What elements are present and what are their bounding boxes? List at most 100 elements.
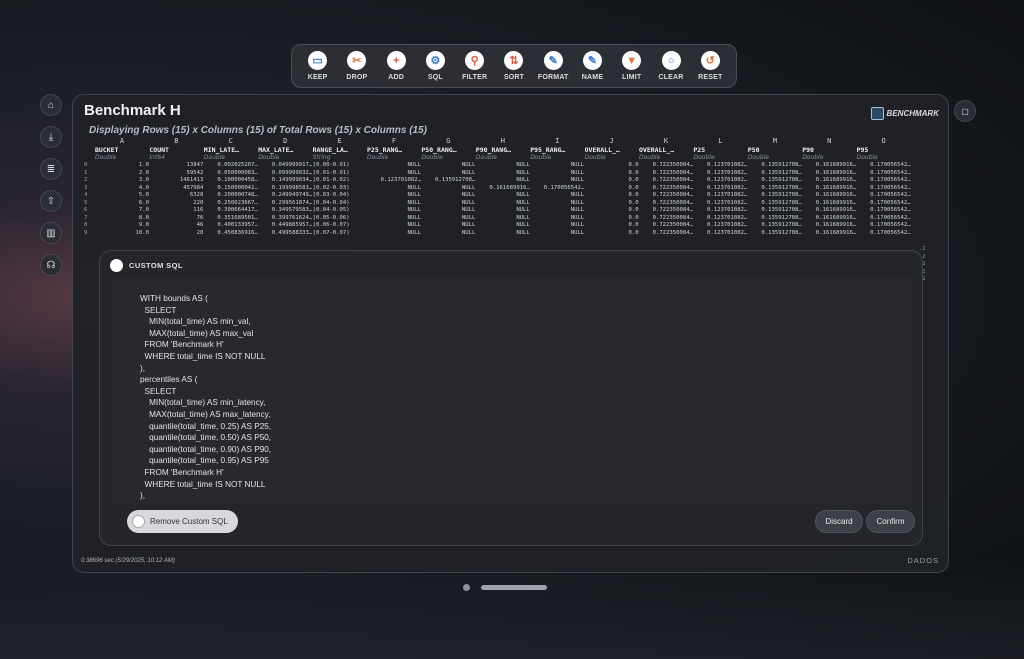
table-cell[interactable]: [0.07-0.07) — [313, 230, 367, 238]
table-cell[interactable]: NULL — [530, 215, 584, 223]
table-cell[interactable]: 0.135912708… — [748, 215, 801, 223]
table-cell[interactable]: 28 — [149, 230, 204, 238]
table-cell[interactable]: [0.04-0.05) — [313, 207, 367, 215]
dataset-badge[interactable]: BENCHMARK — [870, 107, 939, 120]
confirm-button[interactable]: Confirm — [866, 510, 915, 533]
table-cell[interactable]: 5.0 — [95, 192, 149, 200]
window-grab-bar[interactable] — [481, 585, 547, 590]
table-cell[interactable]: NULL — [367, 170, 421, 178]
table-cell[interactable]: 0.123701082… — [693, 170, 747, 178]
tool-drop-button[interactable]: ✂ DROP — [337, 51, 376, 81]
table-cell[interactable]: NULL — [530, 177, 584, 185]
column-header[interactable]: P90 — [802, 146, 856, 154]
table-cell[interactable]: NULL — [367, 230, 421, 238]
table-cell[interactable]: 0.123701082… — [693, 185, 747, 193]
ai-brain-icon[interactable]: ☊ — [40, 254, 62, 276]
table-cell[interactable]: 0.199998583… — [258, 185, 312, 193]
table-cell[interactable]: NULL — [421, 222, 475, 230]
table-cell[interactable]: 457984 — [149, 185, 203, 193]
table-cell[interactable]: NULL — [421, 162, 475, 170]
table-cell[interactable]: 0.722350084… — [639, 177, 693, 185]
table-cell[interactable]: 0.161689916… — [802, 207, 856, 215]
export-icon[interactable]: ⇧ — [40, 190, 62, 212]
sql-query-text[interactable]: WITH bounds AS ( SELECT MIN(total_time) … — [140, 293, 366, 504]
table-cell[interactable]: 0.123701082… — [693, 230, 747, 238]
table-cell[interactable]: 0.135912708… — [748, 207, 801, 215]
column-header[interactable]: P90_RANG… — [476, 146, 530, 154]
table-cell[interactable]: 0.170056542… — [857, 177, 910, 185]
table-cell[interactable]: [0.04-0.04) — [313, 200, 367, 208]
table-cell[interactable]: NULL — [367, 200, 421, 208]
column-header[interactable]: OVERALL_… — [585, 146, 639, 154]
table-cell[interactable]: 0.170056542… — [857, 170, 910, 178]
table-cell[interactable]: [0.06-0.07) — [313, 222, 367, 230]
table-cell[interactable]: NULL — [421, 192, 475, 200]
table-cell[interactable]: NULL — [476, 207, 529, 215]
table-cell[interactable]: NULL — [421, 215, 475, 223]
table-cell[interactable]: 0.099999832… — [258, 170, 312, 178]
table-cell[interactable]: NULL — [367, 162, 421, 170]
tool-sql-button[interactable]: ⚙ SQL — [416, 51, 455, 81]
table-cell[interactable]: 0.0 — [585, 230, 638, 238]
table-cell[interactable]: 0.250023667… — [204, 200, 257, 208]
table-cell[interactable]: NULL — [421, 207, 475, 215]
table-cell[interactable]: 0.249949749… — [258, 192, 312, 200]
table-cell[interactable]: 0.450836916… — [204, 230, 257, 238]
table-cell[interactable]: NULL — [530, 170, 584, 178]
table-cell[interactable]: 0.149999834… — [258, 177, 312, 185]
table-cell[interactable]: 0.170056542… — [857, 230, 910, 238]
table-cell[interactable]: 4.0 — [95, 185, 149, 193]
table-cell[interactable]: 0.170056542… — [857, 162, 910, 170]
table-cell[interactable]: NULL — [530, 162, 584, 170]
table-cell[interactable]: NULL — [476, 177, 529, 185]
tool-keep-button[interactable]: ▭ KEEP — [298, 51, 337, 81]
table-cell[interactable]: 0.161689916… — [802, 185, 856, 193]
table-cell[interactable]: 0.170056542… — [857, 192, 910, 200]
table-cell[interactable]: 13847 — [149, 162, 204, 170]
table-cell[interactable]: 0.349579583… — [258, 207, 312, 215]
table-cell[interactable]: NULL — [476, 200, 529, 208]
table-cell[interactable]: [0.03-0.04) — [313, 192, 367, 200]
table-cell[interactable]: 0.0 — [585, 170, 638, 178]
table-cell[interactable]: 0.722350084… — [639, 162, 693, 170]
table-cell[interactable]: 6328 — [149, 192, 203, 200]
table-cell[interactable]: 0.135912708… — [421, 177, 475, 185]
column-header[interactable]: RANGE_LA… — [313, 146, 367, 154]
table-cell[interactable]: 1.0 — [95, 162, 149, 170]
table-cell[interactable]: 0.135912708… — [748, 177, 801, 185]
tool-sort-button[interactable]: ⇅ SORT — [494, 51, 533, 81]
table-cell[interactable]: 0.135912708… — [748, 170, 801, 178]
table-cell[interactable]: 76 — [149, 215, 204, 223]
table-cell[interactable]: 0.299561874… — [258, 200, 312, 208]
tool-format-button[interactable]: ✎ FORMAT — [534, 51, 573, 81]
table-cell[interactable]: 220 — [149, 200, 203, 208]
table-cell[interactable]: 0.0 — [585, 177, 638, 185]
table-cell[interactable]: [0.01-0.02) — [313, 177, 367, 185]
table-cell[interactable]: 3.0 — [95, 177, 149, 185]
table-cell[interactable]: 8.0 — [95, 215, 149, 223]
table-cell[interactable]: 0.123701082… — [693, 177, 747, 185]
table-cell[interactable]: 0.400133957… — [204, 222, 257, 230]
column-header[interactable]: COUNT — [149, 146, 203, 154]
table-cell[interactable]: NULL — [421, 200, 475, 208]
table-cell[interactable]: 0.351689501… — [204, 215, 257, 223]
column-header[interactable]: P50 — [748, 146, 802, 154]
table-cell[interactable]: 0.722350084… — [639, 185, 693, 193]
table-cell[interactable]: 0.161689916… — [476, 185, 529, 193]
table-cell[interactable]: 1461413 — [149, 177, 204, 185]
tool-name-button[interactable]: ✎ NAME — [573, 51, 612, 81]
table-cell[interactable]: 0.123701082… — [693, 215, 747, 223]
table-cell[interactable]: 0.170056542… — [530, 185, 584, 193]
table-cell[interactable]: 0.123701082… — [693, 207, 747, 215]
table-cell[interactable]: 0.135912708… — [748, 185, 801, 193]
table-cell[interactable]: 0.0 — [585, 200, 638, 208]
table-cell[interactable]: 0.170056542… — [857, 185, 910, 193]
table-cell[interactable]: NULL — [530, 207, 584, 215]
tool-add-button[interactable]: + ADD — [377, 51, 416, 81]
table-cell[interactable]: NULL — [476, 230, 529, 238]
table-cell[interactable]: 0.135912708… — [748, 200, 801, 208]
import-icon[interactable]: ⤓ — [40, 126, 62, 148]
remove-custom-sql-button[interactable]: Remove Custom SQL — [127, 510, 238, 533]
table-cell[interactable]: 0.161689916… — [802, 177, 856, 185]
table-cell[interactable]: 0.722350084… — [639, 215, 693, 223]
